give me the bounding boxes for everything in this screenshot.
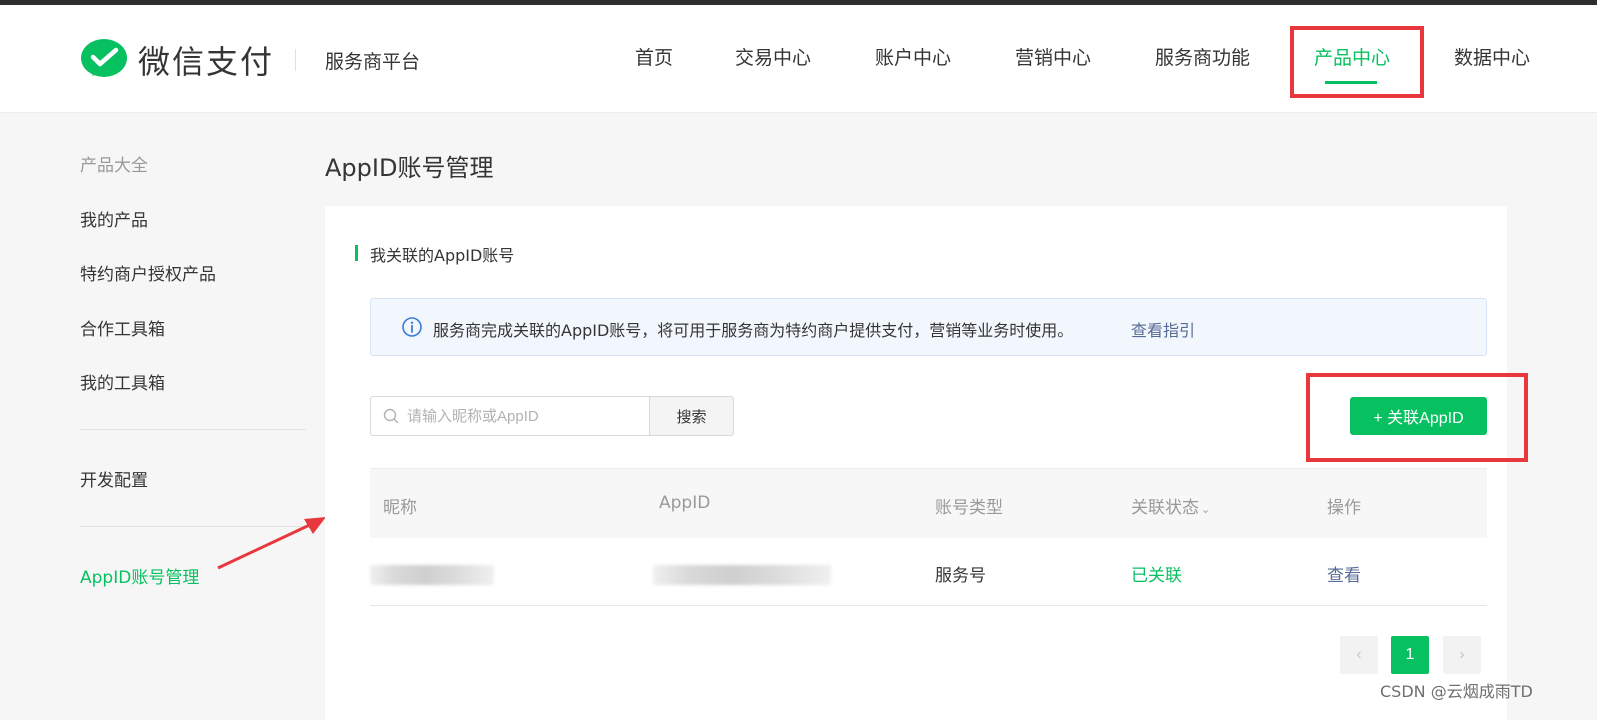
search-icon <box>383 408 399 424</box>
table-header: 昵称 AppID 账号类型 关联状态 ⌄ 操作 <box>370 468 1487 538</box>
sidebar-item-dev-config[interactable]: 开发配置 <box>80 466 148 491</box>
column-header-account-type: 账号类型 <box>935 498 1003 518</box>
search-box <box>370 396 650 436</box>
nickname-blurred <box>370 565 494 585</box>
info-icon <box>402 317 422 337</box>
nav-transactions[interactable]: 交易中心 <box>735 43 811 70</box>
sidebar-divider <box>80 429 306 430</box>
chevron-down-icon[interactable]: ⌄ <box>1201 503 1210 516</box>
nav-provider-functions[interactable]: 服务商功能 <box>1155 43 1250 70</box>
nav-marketing[interactable]: 营销中心 <box>1015 43 1091 70</box>
prev-page-button[interactable]: ‹ <box>1340 636 1378 674</box>
watermark: CSDN @云烟成雨TD <box>1380 682 1533 701</box>
next-page-button[interactable]: › <box>1443 636 1481 674</box>
appid-blurred <box>653 565 831 585</box>
view-link[interactable]: 查看 <box>1327 561 1361 586</box>
sidebar-item-my-products[interactable]: 我的产品 <box>80 206 148 231</box>
notice-text: 服务商完成关联的AppID账号，将可用于服务商为特约商户提供支付，营销等业务时使… <box>433 321 1074 340</box>
highlight-box-products-nav <box>1290 26 1424 98</box>
status-cell: 已关联 <box>1131 566 1182 586</box>
sidebar-item-appid-management[interactable]: AppID账号管理 <box>80 563 199 588</box>
sidebar-item-partner-toolbox[interactable]: 合作工具箱 <box>80 315 165 340</box>
highlight-box-add-button <box>1306 373 1528 462</box>
search-input[interactable] <box>407 397 647 435</box>
sidebar-section-label: 产品大全 <box>80 156 148 176</box>
info-notice: 服务商完成关联的AppID账号，将可用于服务商为特约商户提供支付，营销等业务时使… <box>370 298 1487 356</box>
nav-home[interactable]: 首页 <box>635 43 673 70</box>
nav-data[interactable]: 数据中心 <box>1454 43 1530 70</box>
red-arrow-annotation <box>217 517 326 570</box>
table-row: 服务号 已关联 查看 <box>370 538 1487 606</box>
column-header-appid: AppID <box>659 493 711 513</box>
column-header-actions: 操作 <box>1327 498 1361 518</box>
column-header-status[interactable]: 关联状态 ⌄ <box>1131 493 1210 518</box>
content-panel: 我关联的AppID账号 服务商完成关联的AppID账号，将可用于服务商为特约商户… <box>325 206 1507 720</box>
section-title: 我关联的AppID账号 <box>370 246 515 265</box>
status-header-label: 关联状态 <box>1131 498 1199 518</box>
sidebar-item-my-toolbox[interactable]: 我的工具箱 <box>80 369 165 394</box>
column-header-nickname: 昵称 <box>383 498 417 518</box>
nav-accounts[interactable]: 账户中心 <box>875 43 951 70</box>
account-type-cell: 服务号 <box>935 566 986 586</box>
page-1-button[interactable]: 1 <box>1391 636 1429 674</box>
section-accent-bar <box>355 245 358 261</box>
search-button[interactable]: 搜索 <box>649 396 734 436</box>
guide-link[interactable]: 查看指引 <box>1131 317 1195 341</box>
sidebar-item-authorized-products[interactable]: 特约商户授权产品 <box>80 260 216 285</box>
page-title: AppID账号管理 <box>325 154 494 182</box>
